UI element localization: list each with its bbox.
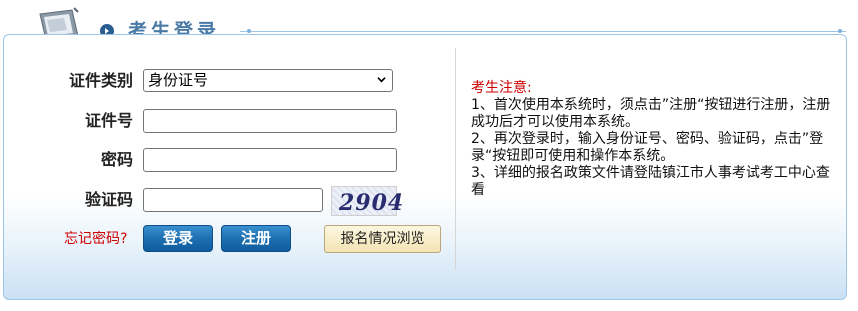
login-button[interactable]: 登录	[143, 225, 213, 252]
title-divider	[240, 31, 846, 32]
notice-box: 考生注意: 1、首次使用本系统时，须点击”注册“按钮进行注册，注册成功后才可以使…	[471, 80, 831, 199]
register-button[interactable]: 注册	[221, 225, 291, 252]
notice-item: 3、详细的报名政策文件请登陆镇江市人事考试考工中心查看	[471, 165, 830, 198]
id-number-label: 证件号	[84, 111, 133, 130]
divider-dot	[838, 29, 842, 33]
id-type-label: 证件类别	[68, 71, 133, 90]
captcha-text: 2904	[339, 190, 405, 216]
chevron-down-icon	[377, 77, 386, 83]
notice-item: 2、再次登录时，输入身份证号、密码、验证码，点击”登录“按钮即可使用和操作本系统…	[471, 131, 824, 164]
id-type-selected-value: 身份证号	[148, 71, 209, 89]
password-label: 密码	[100, 150, 133, 169]
captcha-input[interactable]	[143, 188, 323, 212]
captcha-label: 验证码	[84, 190, 133, 209]
id-type-select[interactable]: 身份证号	[143, 69, 393, 92]
id-number-input[interactable]	[143, 109, 397, 133]
panel-divider	[455, 48, 456, 270]
divider-dot	[247, 29, 251, 33]
notice-item: 1、首次使用本系统时，须点击”注册“按钮进行注册，注册成功后才可以使用本系统。	[471, 97, 831, 130]
password-input[interactable]	[143, 148, 397, 172]
notice-title: 考生注意:	[471, 80, 532, 96]
forgot-password-link[interactable]: 忘记密码?	[64, 230, 127, 248]
browse-registration-button[interactable]: 报名情况浏览	[324, 225, 441, 253]
captcha-image[interactable]: 2904	[331, 186, 403, 216]
